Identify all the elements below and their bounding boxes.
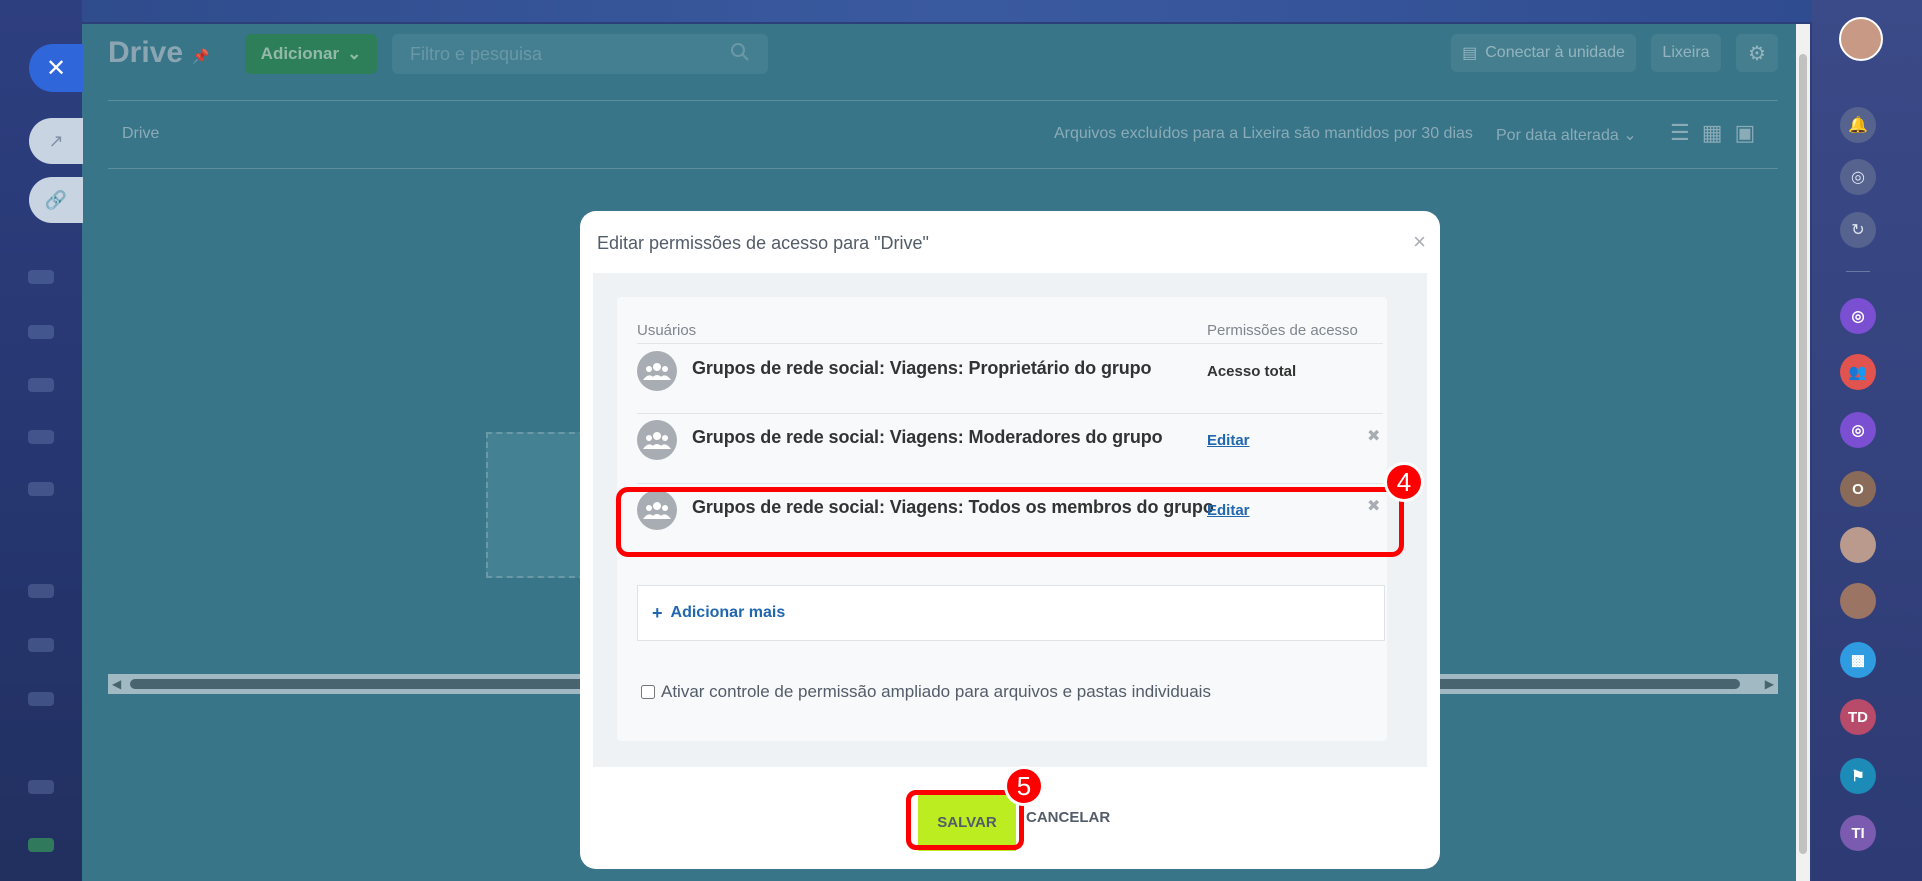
sidebar-ghost-icon: [28, 325, 54, 339]
group-name: Grupos de rede social: Viagens: Moderado…: [692, 427, 1163, 447]
chat-avatar-o[interactable]: O: [1840, 471, 1876, 507]
search-placeholder: Filtro e pesquisa: [410, 43, 543, 64]
sort-label: Por data alterada: [1496, 127, 1619, 144]
chat-avatar[interactable]: ▩: [1840, 642, 1876, 678]
chat-avatar[interactable]: ◎: [1840, 412, 1876, 448]
background-top: [0, 0, 1922, 22]
remove-icon[interactable]: ✖: [1367, 426, 1380, 446]
scrollbar-thumb[interactable]: [1799, 54, 1807, 854]
target-icon[interactable]: ◎: [1840, 159, 1876, 195]
add-button-label: Adicionar: [260, 44, 340, 63]
sidebar-ghost-icon: [28, 638, 54, 652]
tile-view-icon[interactable]: ▣: [1735, 120, 1756, 146]
divider: [108, 100, 1778, 101]
sidebar-ghost-icon: [28, 270, 54, 284]
chat-avatar[interactable]: ◎: [1840, 298, 1876, 334]
copy-link-button[interactable]: 🔗: [29, 177, 83, 223]
search-icon[interactable]: [730, 42, 750, 67]
scroll-right-icon[interactable]: ▶: [1765, 677, 1774, 691]
link-icon: 🔗: [44, 189, 68, 210]
gear-icon: ⚙: [1748, 42, 1766, 65]
sidebar-ghost-icon: [28, 378, 54, 392]
step-badge-4: 4: [1384, 462, 1424, 502]
cancel-button[interactable]: CANCELAR: [1026, 809, 1110, 826]
highlight-all-members-row: [616, 487, 1404, 557]
external-link-icon: ↗: [48, 130, 64, 151]
divider: [108, 168, 1778, 169]
checkbox-label: Ativar controle de permissão ampliado pa…: [661, 682, 1211, 701]
connect-drive-button[interactable]: ▤ Conectar à unidade: [1451, 34, 1636, 72]
group-icon: [637, 351, 677, 391]
sidebar-ghost-icon: [28, 482, 54, 496]
user-avatar[interactable]: [1839, 17, 1883, 61]
add-more-button[interactable]: + Adicionar mais: [637, 585, 1385, 641]
sort-dropdown[interactable]: Por data alterada ⌄: [1496, 125, 1637, 145]
close-icon: ✕: [45, 54, 67, 82]
sidebar-ghost-icon: [28, 430, 54, 444]
drive-icon: ▤: [1462, 45, 1478, 62]
dialog-title: Editar permissões de acesso para "Drive": [597, 233, 929, 253]
chat-avatar-td[interactable]: TD: [1840, 699, 1876, 735]
list-view-icon[interactable]: ☰: [1670, 120, 1690, 146]
page-title: Drive: [108, 36, 184, 69]
plus-icon: +: [652, 602, 663, 623]
chevron-down-icon: ⌄: [1623, 127, 1637, 144]
sidebar-ghost-icon: [28, 692, 54, 706]
chat-avatar-ti[interactable]: TI: [1840, 815, 1876, 851]
extended-permission-checkbox[interactable]: [641, 685, 655, 699]
extended-permission-option[interactable]: Ativar controle de permissão ampliado pa…: [641, 682, 1211, 702]
vertical-scrollbar[interactable]: [1796, 24, 1810, 881]
group-name: Grupos de rede social: Viagens: Propriet…: [692, 358, 1152, 378]
scroll-left-icon[interactable]: ◀: [112, 677, 121, 691]
bell-icon[interactable]: 🔔: [1840, 107, 1876, 143]
chat-avatar[interactable]: [1840, 583, 1876, 619]
edit-permission-link[interactable]: Editar: [1207, 432, 1250, 449]
permission-value: Acesso total: [1207, 363, 1297, 380]
add-button[interactable]: Adicionar ⌄: [245, 34, 377, 74]
permission-row: Grupos de rede social: Viagens: Propriet…: [637, 335, 1387, 405]
pin-icon[interactable]: 📌: [192, 48, 209, 65]
breadcrumb[interactable]: Drive: [122, 125, 159, 143]
chevron-down-icon: ⌄: [347, 44, 362, 63]
search-input[interactable]: Filtro e pesquisa: [392, 34, 768, 74]
group-icon: [637, 420, 677, 460]
sidebar-ghost-icon: [28, 584, 54, 598]
trash-label: Lixeira: [1662, 44, 1710, 61]
permission-row: Grupos de rede social: Viagens: Moderado…: [637, 404, 1387, 474]
bookmark-icon[interactable]: ⚑: [1840, 758, 1876, 794]
divider: [1846, 271, 1870, 272]
grid-view-icon[interactable]: ▦: [1702, 120, 1723, 146]
connect-drive-label: Conectar à unidade: [1485, 44, 1625, 61]
close-slider-button[interactable]: ✕: [29, 44, 83, 92]
group-avatar[interactable]: 👥: [1840, 354, 1876, 390]
open-in-new-window-button[interactable]: ↗: [29, 118, 83, 164]
trash-button[interactable]: Lixeira: [1651, 34, 1721, 72]
sidebar-ghost-icon: [28, 838, 54, 852]
highlight-save-button: [906, 790, 1024, 850]
sidebar-ghost-icon: [28, 780, 54, 794]
step-badge-5: 5: [1004, 766, 1044, 806]
sync-icon[interactable]: ↻: [1840, 212, 1876, 248]
view-switcher: ☰ ▦ ▣: [1670, 120, 1755, 146]
settings-button[interactable]: ⚙: [1736, 34, 1778, 72]
chat-avatar[interactable]: [1840, 527, 1876, 563]
close-icon[interactable]: ×: [1413, 229, 1426, 255]
add-more-label: Adicionar mais: [670, 604, 786, 621]
trash-retention-notice: Arquivos excluídos para a Lixeira são ma…: [1054, 125, 1473, 142]
